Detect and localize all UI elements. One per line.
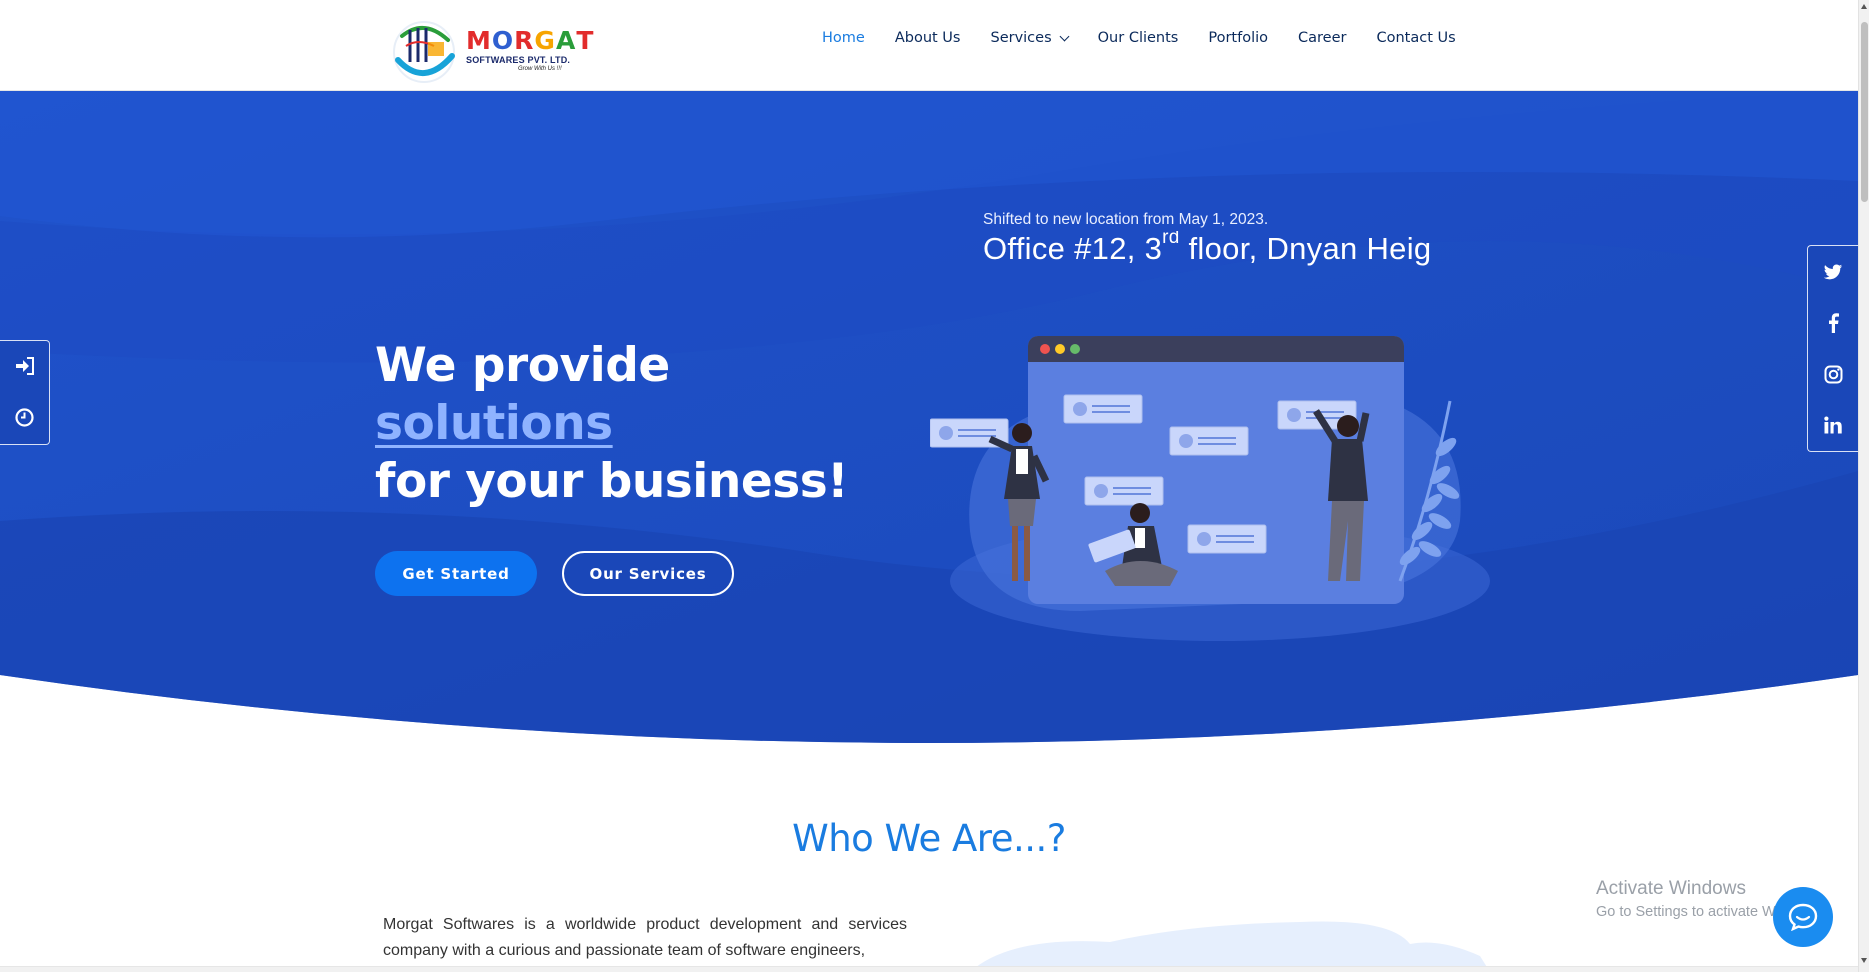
nav-career-label: Career xyxy=(1298,30,1347,46)
logo-letter: T xyxy=(576,26,595,55)
nav-portfolio-label: Portfolio xyxy=(1208,30,1269,46)
nav-our-clients-label: Our Clients xyxy=(1097,30,1179,46)
logo-letter: M xyxy=(466,26,492,55)
notice-big-prefix: Office #12, 3 xyxy=(983,231,1163,266)
who-we-are-text: Morgat Softwares is a worldwide product … xyxy=(383,916,907,959)
facebook-icon[interactable] xyxy=(1808,310,1858,336)
location-notice: Shifted to new location from May 1, 2023… xyxy=(983,211,1477,267)
hero-background xyxy=(0,91,1858,743)
scroll-up-arrow-icon[interactable] xyxy=(1861,4,1867,9)
hero-headline: We provide solutions for your business! xyxy=(375,337,849,511)
logo-tagline: Grow With Us !!! xyxy=(518,66,562,72)
scrollbar-thumb[interactable] xyxy=(1861,22,1868,202)
nav-services-label: Services xyxy=(990,30,1052,46)
chat-button[interactable] xyxy=(1773,887,1833,947)
logo-letter: O xyxy=(491,26,515,55)
decorative-blob xyxy=(970,921,1490,972)
nav-services[interactable]: Services xyxy=(990,30,1070,46)
page: MORGAT SOFTWARES PVT. LTD. Grow With Us … xyxy=(0,0,1869,972)
logo-letter: G xyxy=(534,26,556,55)
hero-section: Shifted to new location from May 1, 2023… xyxy=(0,91,1858,772)
left-floating-bar xyxy=(0,340,50,445)
logo[interactable]: MORGAT SOFTWARES PVT. LTD. Grow With Us … xyxy=(388,16,593,84)
logo-name: MORGAT xyxy=(466,26,594,55)
notice-marquee-text: Office #12, 3rd floor, Dnyan Heig xyxy=(983,231,1477,267)
nav-about-us-label: About Us xyxy=(894,30,961,46)
vertical-scrollbar[interactable] xyxy=(1858,0,1869,972)
logo-letter: A xyxy=(555,26,577,55)
nav-portfolio[interactable]: Portfolio xyxy=(1208,30,1268,46)
site-header: MORGAT SOFTWARES PVT. LTD. Grow With Us … xyxy=(0,0,1858,91)
scroll-down-arrow-icon[interactable] xyxy=(1861,958,1867,963)
clock-icon[interactable] xyxy=(0,404,49,430)
instagram-icon[interactable] xyxy=(1808,361,1858,387)
who-we-are-title: Who We Are...? xyxy=(792,817,1066,860)
notice-big-suffix: floor, Dnyan Heig xyxy=(1179,231,1432,266)
our-services-button[interactable]: Our Services xyxy=(562,551,734,596)
nav-home-label: Home xyxy=(822,30,865,46)
main-nav: Home About Us Services Our Clients Portf… xyxy=(822,30,1486,46)
nav-career[interactable]: Career xyxy=(1298,30,1346,46)
horizontal-scrollbar[interactable] xyxy=(0,966,1858,972)
chevron-down-icon xyxy=(1059,31,1070,41)
team-illustration xyxy=(930,336,1490,641)
headline-line-1: We provide xyxy=(375,338,670,393)
logo-subtitle: SOFTWARES PVT. LTD. xyxy=(466,55,571,65)
headline-accent: solutions xyxy=(375,396,613,451)
twitter-icon[interactable] xyxy=(1808,259,1858,285)
get-started-button[interactable]: Get Started xyxy=(375,551,537,596)
social-bar xyxy=(1807,245,1858,452)
sign-in-icon[interactable] xyxy=(0,353,49,379)
chat-bubble-icon xyxy=(1788,903,1818,931)
nav-home[interactable]: Home xyxy=(822,30,865,46)
nav-contact-us[interactable]: Contact Us xyxy=(1376,30,1455,46)
notice-big-sup: rd xyxy=(1162,231,1180,248)
logo-letter: R xyxy=(514,26,535,55)
nav-our-clients[interactable]: Our Clients xyxy=(1098,30,1179,46)
logo-emblem-icon xyxy=(393,21,455,83)
nav-contact-us-label: Contact Us xyxy=(1376,30,1456,46)
nav-about-us[interactable]: About Us xyxy=(895,30,961,46)
headline-line-3: for your business! xyxy=(375,454,849,509)
notice-small-text: Shifted to new location from May 1, 2023… xyxy=(983,211,1269,228)
linkedin-icon[interactable] xyxy=(1808,412,1858,438)
